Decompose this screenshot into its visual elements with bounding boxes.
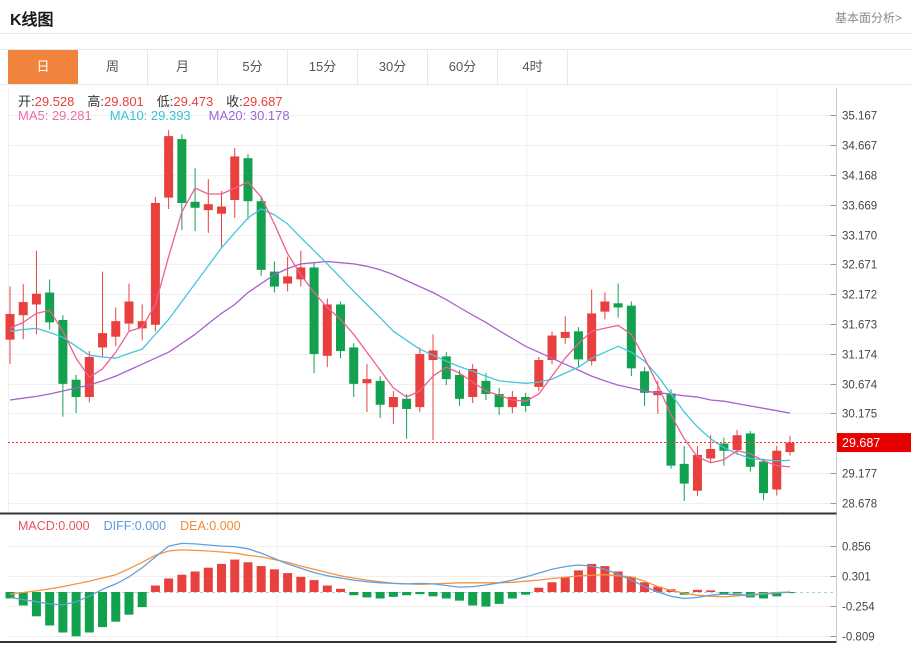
ohlc-value: 29.528 <box>35 94 75 109</box>
diff-label: DIFF:0.000 <box>104 519 167 533</box>
ma20-label: MA20: 30.178 <box>209 108 290 123</box>
svg-text:32.172: 32.172 <box>842 290 877 302</box>
svg-text:-0.254: -0.254 <box>842 602 875 614</box>
svg-text:34.667: 34.667 <box>842 141 877 153</box>
ohlc-label: 收: <box>226 94 243 109</box>
svg-text:32.671: 32.671 <box>842 260 877 272</box>
macd-readout: MACD:0.000 DIFF:0.000 DEA:0.000 <box>18 519 255 533</box>
svg-text:-0.809: -0.809 <box>842 632 875 644</box>
ma10-label: MA10: 29.393 <box>110 108 191 123</box>
main-price-panel <box>6 88 837 512</box>
ohlc-label: 高: <box>87 94 104 109</box>
price-axis: 35.167 34.667 34.168 33.669 33.170 32.671 32.1… <box>0 88 878 644</box>
svg-text:34.168: 34.168 <box>842 171 877 183</box>
dea-label: DEA:0.000 <box>180 519 240 533</box>
kline-page: K线图 基本面分析> 日周月5分15分30分60分4时 35.16734.667… <box>0 0 911 645</box>
svg-text:29.687: 29.687 <box>842 436 880 450</box>
svg-text:35.167: 35.167 <box>842 111 877 123</box>
ohlc-label: 低: <box>157 94 174 109</box>
svg-text:33.170: 33.170 <box>842 231 877 243</box>
svg-text:29.177: 29.177 <box>842 469 877 481</box>
current-price-badge: 29.687 <box>837 433 911 452</box>
svg-text:28.678: 28.678 <box>842 499 877 511</box>
svg-text:0.301: 0.301 <box>842 572 871 584</box>
ma5-label: MA5: 29.281 <box>18 108 92 123</box>
svg-text:30.674: 30.674 <box>842 380 878 392</box>
ohlc-value: 29.801 <box>104 94 144 109</box>
ohlc-value: 29.687 <box>243 94 283 109</box>
svg-text:33.669: 33.669 <box>842 201 877 213</box>
svg-text:0.856: 0.856 <box>842 542 871 554</box>
ma-readout: MA5: 29.281 MA10: 29.393 MA20: 30.178 <box>18 108 308 123</box>
svg-text:30.175: 30.175 <box>842 409 877 421</box>
macd-panel <box>6 515 837 639</box>
svg-text:31.673: 31.673 <box>842 320 877 332</box>
ohlc-value: 29.473 <box>173 94 213 109</box>
ohlc-label: 开: <box>18 94 35 109</box>
macd-label: MACD:0.000 <box>18 519 90 533</box>
svg-text:31.174: 31.174 <box>842 350 878 362</box>
